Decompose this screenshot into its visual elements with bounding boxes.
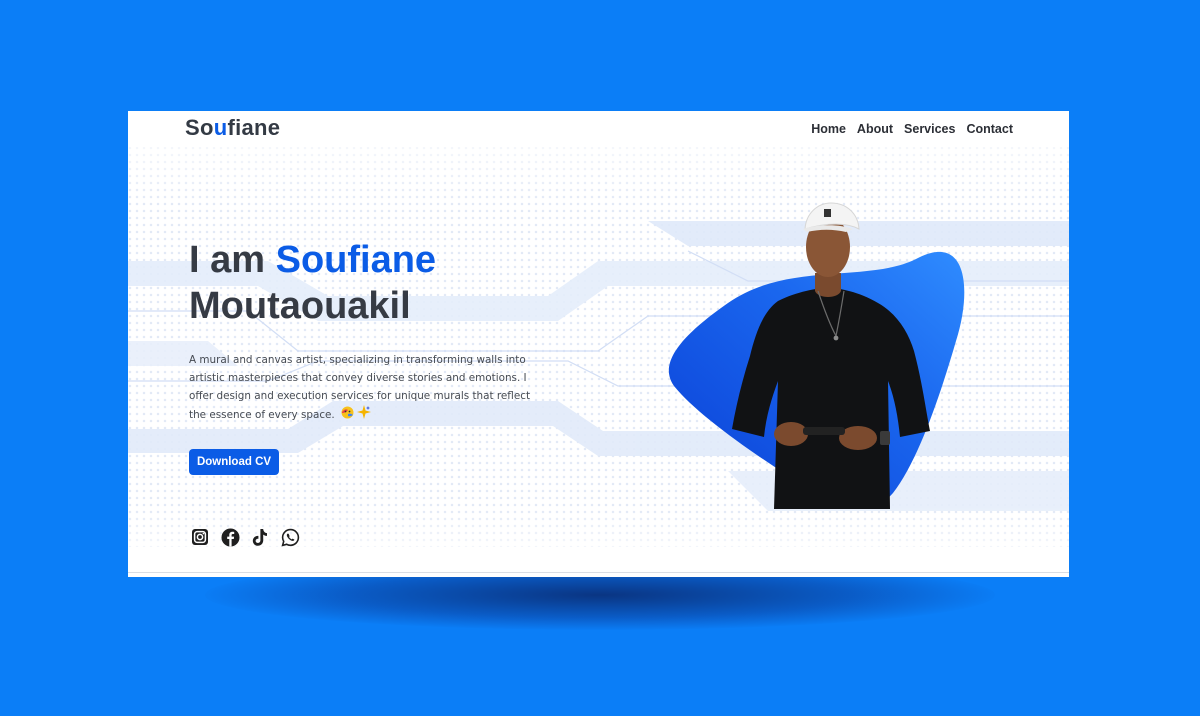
nav-link-services[interactable]: Services bbox=[904, 122, 955, 136]
whatsapp-icon[interactable] bbox=[280, 527, 300, 547]
hero-description: A mural and canvas artist, specializing … bbox=[189, 351, 534, 425]
section-divider bbox=[128, 572, 1069, 573]
hero-last-name: Moutaouakil bbox=[189, 285, 411, 327]
nav-link-home[interactable]: Home bbox=[811, 122, 846, 136]
website-preview: Soufiane Home About Services Contact I a… bbox=[128, 111, 1069, 577]
top-navigation: Soufiane Home About Services Contact bbox=[128, 111, 1069, 147]
tiktok-icon[interactable] bbox=[250, 527, 270, 547]
facebook-icon[interactable] bbox=[220, 527, 240, 547]
brand-logo[interactable]: Soufiane bbox=[185, 115, 280, 141]
brand-name-end: fiane bbox=[227, 115, 281, 140]
nav-link-contact[interactable]: Contact bbox=[966, 122, 1013, 136]
hero-heading: I am Soufiane Moutaouakil bbox=[189, 237, 436, 329]
brand-name-accent: u bbox=[213, 115, 228, 140]
social-links bbox=[190, 527, 300, 547]
nav-link-about[interactable]: About bbox=[857, 122, 893, 136]
profile-portrait bbox=[668, 202, 965, 509]
brand-name-start: So bbox=[185, 115, 214, 140]
instagram-icon[interactable] bbox=[190, 527, 210, 547]
painted-face-icon bbox=[341, 406, 354, 425]
hero-intro: I am bbox=[189, 239, 276, 281]
hero-first-name: Soufiane bbox=[275, 239, 437, 281]
nav-menu: Home About Services Contact bbox=[811, 122, 1013, 136]
sparkles-icon bbox=[357, 405, 372, 425]
download-cv-button[interactable]: Download CV bbox=[189, 449, 279, 475]
